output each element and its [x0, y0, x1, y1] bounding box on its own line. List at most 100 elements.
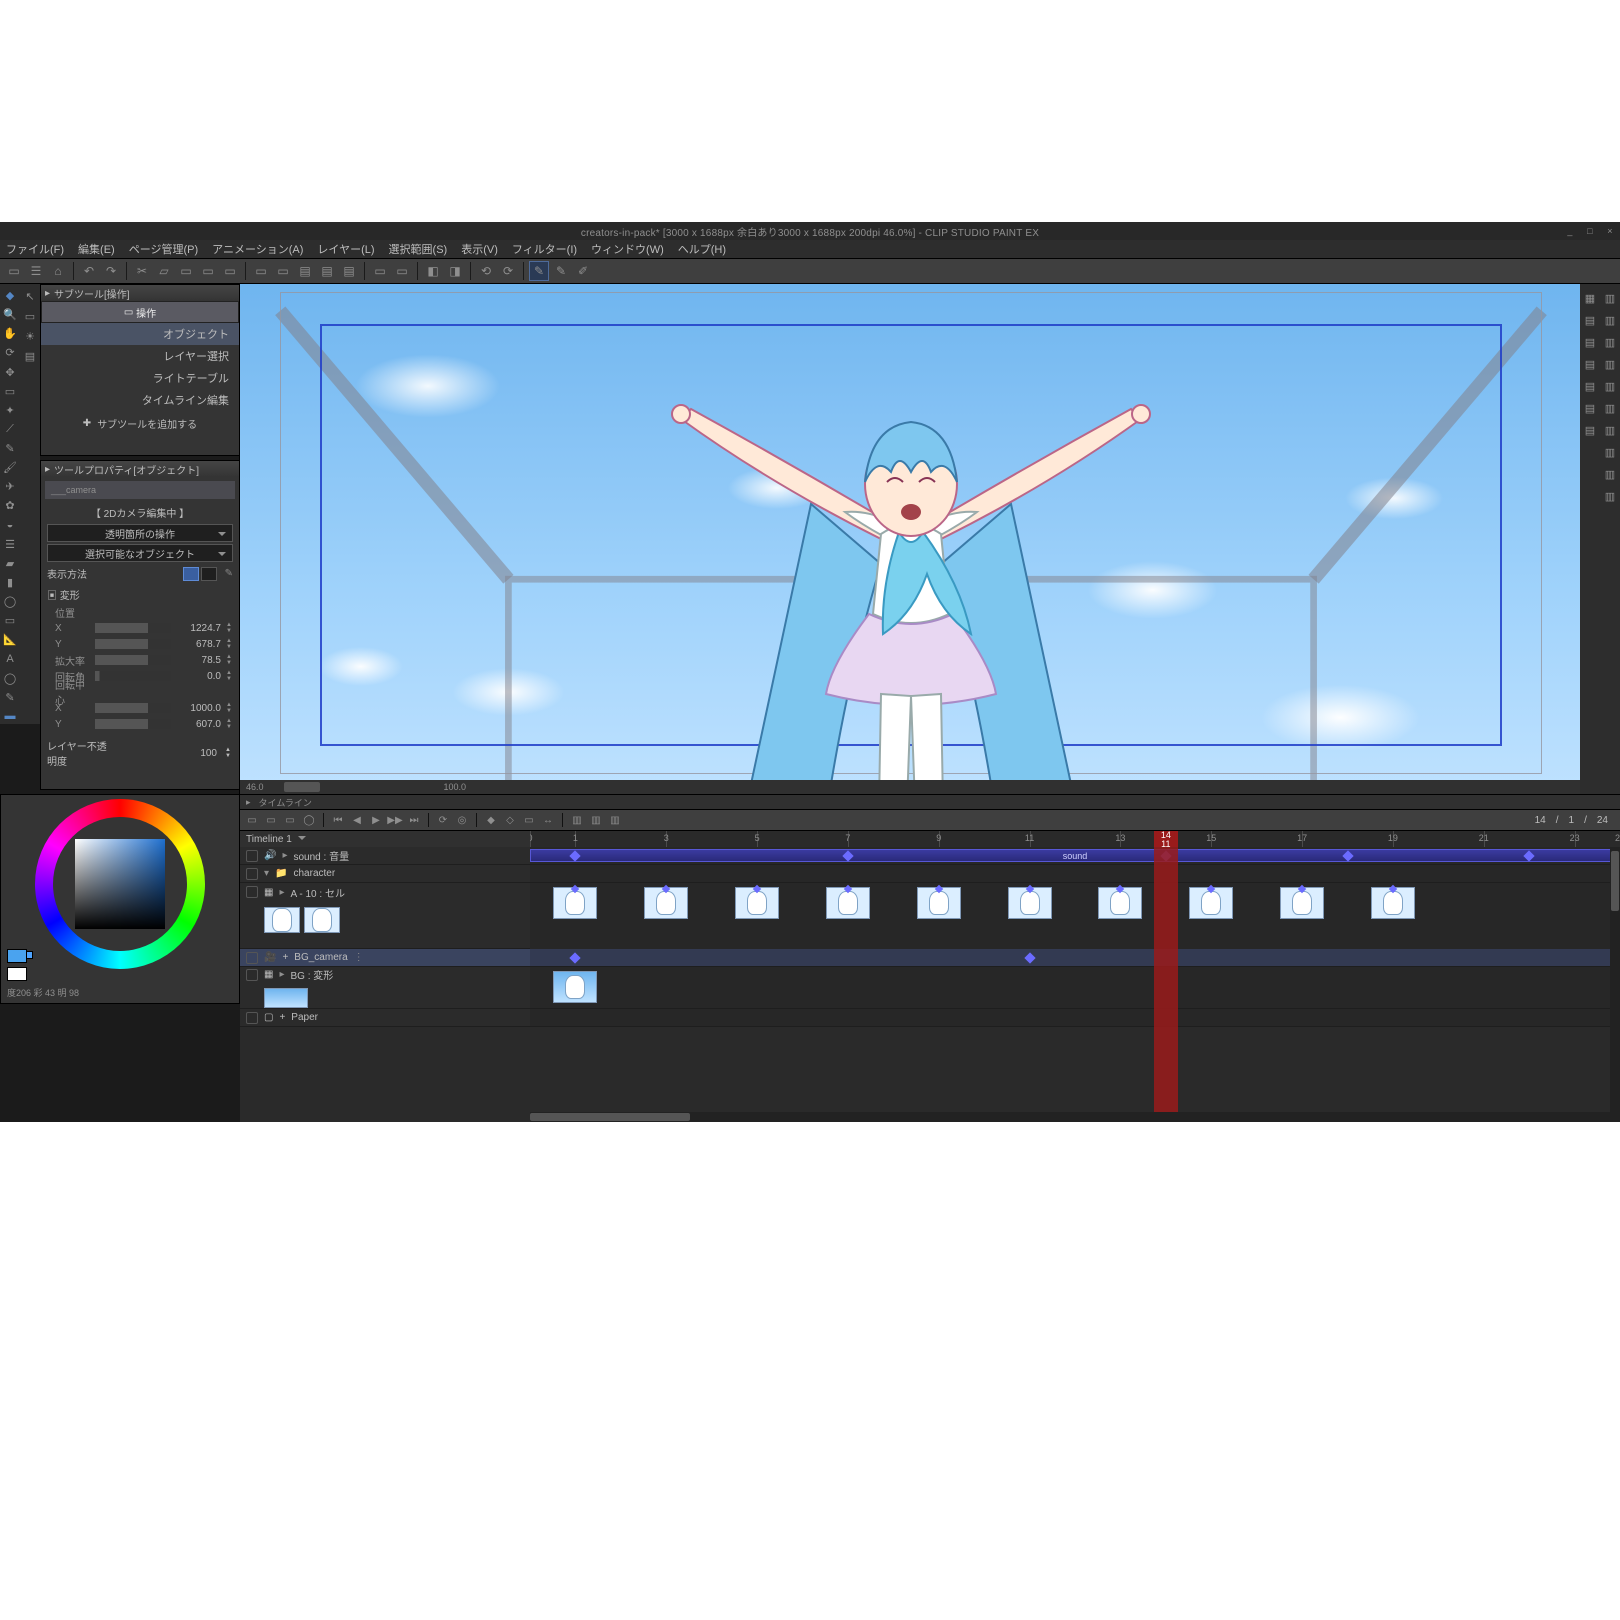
tl-m3-icon[interactable]: ▥ — [607, 812, 623, 828]
track-vis-sound[interactable] — [246, 850, 258, 862]
rb7-icon[interactable]: ▥ — [1602, 422, 1618, 438]
tb-redo-icon[interactable]: ↷ — [101, 261, 121, 281]
layer-move-icon[interactable]: ▭ — [22, 308, 38, 324]
tb-cut-icon[interactable]: ✂ — [132, 261, 152, 281]
subtool-item-light-table[interactable]: ライトテーブル — [41, 367, 239, 389]
tl-play-icon[interactable]: ▶ — [368, 812, 384, 828]
layer-panel-icon[interactable]: ▤ — [1582, 378, 1598, 394]
tl-c-icon[interactable]: ◯ — [301, 812, 317, 828]
deco-icon[interactable]: ✿ — [2, 498, 18, 513]
step-rcy[interactable]: ▲▼ — [225, 718, 233, 730]
misc1-icon[interactable]: ▤ — [1582, 334, 1598, 350]
menu-filter[interactable]: フィルター(I) — [512, 241, 577, 257]
tl-m1-icon[interactable]: ▥ — [569, 812, 585, 828]
pen-icon[interactable]: ✎ — [2, 441, 18, 456]
panel-subtool-title[interactable]: ▸サブツール[操作] — [41, 285, 239, 301]
hand-icon[interactable]: ✋ — [2, 326, 18, 341]
tb-j-icon[interactable]: ▭ — [392, 261, 412, 281]
tl-loop-icon[interactable]: ⟳ — [435, 812, 451, 828]
val-rcy[interactable]: 607.0 — [175, 719, 221, 730]
tl-onion-icon[interactable]: ◎ — [454, 812, 470, 828]
val-rot[interactable]: 0.0 — [175, 671, 221, 682]
lane-camera[interactable] — [530, 949, 1620, 966]
rb9-icon[interactable]: ▥ — [1602, 466, 1618, 482]
eraser-icon[interactable]: ◒ — [2, 518, 18, 533]
track-bg-label[interactable]: BG : 変形 — [290, 967, 333, 982]
tl-last-icon[interactable]: ⏭ — [406, 812, 422, 828]
canvas-area[interactable]: 46.0 100.0 — [240, 284, 1582, 794]
track-character-label[interactable]: character — [293, 868, 335, 879]
menu-help[interactable]: ヘルプ(H) — [678, 241, 726, 257]
correct-icon[interactable]: ✎ — [2, 690, 18, 705]
wand-icon[interactable]: ✦ — [2, 403, 18, 418]
brush-icon[interactable]: 🖌 — [2, 460, 18, 475]
wrench-icon[interactable]: ✎ — [225, 568, 233, 579]
tl-m2-icon[interactable]: ▥ — [588, 812, 604, 828]
tl-first-icon[interactable]: ⏮ — [330, 812, 346, 828]
rb2-icon[interactable]: ▥ — [1602, 312, 1618, 328]
track-vis-paper[interactable] — [246, 1012, 258, 1024]
air-icon[interactable]: ✈ — [2, 479, 18, 494]
tl-key4-icon[interactable]: ↔ — [540, 812, 556, 828]
track-vis-cels[interactable] — [246, 886, 258, 898]
val-rcx[interactable]: 1000.0 — [175, 703, 221, 714]
timeline-v-scrollbar[interactable] — [1610, 847, 1620, 1122]
timeline-ruler[interactable]: 01357911131517192123241411 — [530, 831, 1620, 847]
menu-layer[interactable]: レイヤー(L) — [317, 241, 374, 257]
tb-erase-icon[interactable]: ▱ — [154, 261, 174, 281]
rotate-icon[interactable]: ⟳ — [2, 345, 18, 360]
tl-key2-icon[interactable]: ◇ — [502, 812, 518, 828]
track-sound-label[interactable]: sound : 音量 — [293, 848, 349, 863]
grad-icon[interactable]: ▮ — [2, 575, 18, 590]
step-opacity[interactable]: ▲▼ — [225, 747, 233, 759]
tl-icon[interactable]: ▤ — [22, 348, 38, 364]
misc4-icon[interactable]: ▤ — [1582, 422, 1598, 438]
rb1-icon[interactable]: ▥ — [1602, 290, 1618, 306]
menu-page[interactable]: ページ管理(P) — [129, 241, 198, 257]
subtool-item-layer-select[interactable]: レイヤー選択 — [41, 345, 239, 367]
menu-view[interactable]: 表示(V) — [461, 241, 498, 257]
step-rot[interactable]: ▲▼ — [225, 670, 233, 682]
tb-d-icon[interactable]: ▭ — [251, 261, 271, 281]
menu-window[interactable]: ウィンドウ(W) — [591, 241, 664, 257]
tb-b-icon[interactable]: ▭ — [198, 261, 218, 281]
swatch-secondary[interactable] — [7, 967, 27, 981]
track-paper-label[interactable]: Paper — [291, 1012, 318, 1023]
zoom-icon[interactable]: 🔍 — [2, 307, 18, 322]
tl-key1-icon[interactable]: ◆ — [483, 812, 499, 828]
toolprop-display-toggle[interactable] — [183, 567, 217, 581]
slider-scale[interactable] — [95, 655, 171, 665]
menu-file[interactable]: ファイル(F) — [6, 241, 64, 257]
rb5-icon[interactable]: ▥ — [1602, 378, 1618, 394]
tb-l-icon[interactable]: ◨ — [445, 261, 465, 281]
slider-rot[interactable] — [95, 671, 171, 681]
window-close[interactable]: × — [1600, 222, 1620, 240]
track-vis-bg[interactable] — [246, 969, 258, 981]
tl-prev-icon[interactable]: ◀ — [349, 812, 365, 828]
tb-pen2-icon[interactable]: ✎ — [551, 261, 571, 281]
lt-icon[interactable]: ☀ — [22, 328, 38, 344]
val-scale[interactable]: 78.5 — [175, 655, 221, 666]
lane-folder[interactable] — [530, 865, 1620, 882]
ruler-icon[interactable]: 📐 — [2, 632, 18, 647]
subtool-add[interactable]: ✚ サブツールを追加する — [41, 411, 239, 435]
tl-key3-icon[interactable]: ▭ — [521, 812, 537, 828]
rb4-icon[interactable]: ▥ — [1602, 356, 1618, 372]
tb-h-icon[interactable]: ▤ — [339, 261, 359, 281]
text-icon[interactable]: A — [2, 651, 18, 666]
misc3-icon[interactable]: ▤ — [1582, 400, 1598, 416]
dropper-icon[interactable]: ⟋ — [2, 422, 18, 437]
slider-rcx[interactable] — [95, 703, 171, 713]
tb-f-icon[interactable]: ▤ — [295, 261, 315, 281]
tl-b-icon[interactable]: ▭ — [282, 812, 298, 828]
tb-rot-l-icon[interactable]: ⟲ — [476, 261, 496, 281]
slider-x[interactable] — [95, 623, 171, 633]
balloon-icon[interactable]: ◯ — [2, 671, 18, 686]
nav-icon[interactable]: ▦ — [1582, 290, 1598, 306]
track-camera-label[interactable]: BG_camera — [294, 952, 347, 963]
step-rcx[interactable]: ▲▼ — [225, 702, 233, 714]
sv-box[interactable] — [75, 839, 165, 929]
tb-a-icon[interactable]: ▭ — [176, 261, 196, 281]
tb-open-icon[interactable]: ☰ — [26, 261, 46, 281]
toolprop-camera-tab[interactable]: ___camera — [45, 481, 235, 499]
